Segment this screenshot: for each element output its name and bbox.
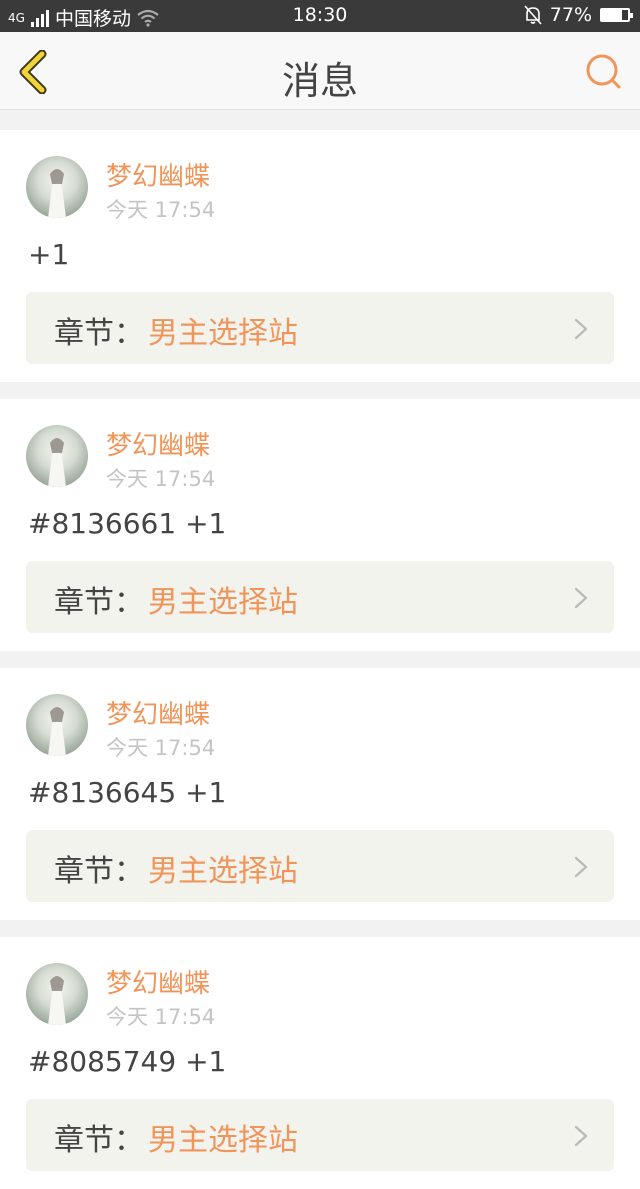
chapter-link[interactable]: 章节： 男主选择站 (26, 830, 614, 902)
avatar[interactable] (26, 425, 88, 487)
page-title: 消息 (281, 59, 358, 103)
username[interactable]: 梦幻幽蝶 (106, 694, 210, 731)
chevron-right-icon (574, 587, 588, 609)
battery-fill (602, 10, 623, 20)
chapter-name: 男主选择站 (148, 1123, 298, 1158)
avatar[interactable] (26, 156, 88, 218)
message-card: 梦幻幽蝶 今天 17:54 #8085749 +1 章节： 男主选择站 (0, 937, 640, 1189)
chapter-name: 男主选择站 (148, 854, 298, 889)
timestamp: 今天 17:54 (106, 467, 216, 491)
timestamp: 今天 17:54 (106, 736, 216, 760)
chapter-name: 男主选择站 (148, 585, 298, 620)
timestamp: 今天 17:54 (106, 198, 216, 222)
chapter-link[interactable]: 章节： 男主选择站 (26, 292, 614, 364)
nav-bar: 消息 (0, 32, 640, 110)
chapter-link[interactable]: 章节： 男主选择站 (26, 561, 614, 633)
battery-percent: 77% (549, 4, 592, 26)
avatar[interactable] (26, 963, 88, 1025)
chapter-label: 章节： (54, 1123, 144, 1158)
avatar[interactable] (26, 694, 88, 756)
search-button[interactable] (584, 52, 624, 92)
battery-icon (600, 8, 633, 22)
timestamp: 今天 17:54 (106, 1005, 216, 1029)
chapter-name: 男主选择站 (148, 316, 298, 351)
search-icon (586, 54, 621, 89)
message-card: 梦幻幽蝶 今天 17:54 +1 章节： 男主选择站 (0, 130, 640, 382)
message-content: #8085749 +1 (28, 1045, 227, 1078)
message-card: 梦幻幽蝶 今天 17:54 #8136661 +1 章节： 男主选择站 (0, 399, 640, 651)
status-right: 77% (524, 4, 633, 26)
bell-off-icon (524, 5, 542, 25)
message-card: 梦幻幽蝶 今天 17:54 #8136645 +1 章节： 男主选择站 (0, 668, 640, 920)
message-content: #8136661 +1 (28, 507, 227, 540)
username[interactable]: 梦幻幽蝶 (106, 963, 210, 1000)
message-content: +1 (28, 238, 70, 271)
chapter-label: 章节： (54, 585, 144, 620)
chevron-right-icon (574, 318, 588, 340)
message-content: #8136645 +1 (28, 776, 227, 809)
username[interactable]: 梦幻幽蝶 (106, 156, 210, 193)
chapter-label: 章节： (54, 854, 144, 889)
username[interactable]: 梦幻幽蝶 (106, 425, 210, 462)
chapter-link[interactable]: 章节： 男主选择站 (26, 1099, 614, 1171)
chapter-label: 章节： (54, 316, 144, 351)
status-bar: 4G 中国移动 18:30 77% (0, 0, 640, 32)
chevron-right-icon (574, 1125, 588, 1147)
chevron-right-icon (574, 856, 588, 878)
